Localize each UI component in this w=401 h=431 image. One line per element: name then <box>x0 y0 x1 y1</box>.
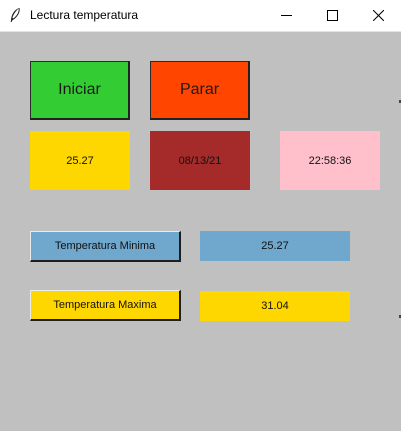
time-display: 22:58:36 <box>280 131 380 190</box>
close-icon <box>372 10 384 21</box>
maximize-icon <box>326 10 338 21</box>
feather-icon <box>8 7 22 23</box>
close-button[interactable] <box>355 0 401 31</box>
title-bar: Lectura temperatura <box>0 0 401 32</box>
min-temperature-display: 25.27 <box>200 231 350 261</box>
temperatura-minima-button[interactable]: Temperatura Minima <box>30 231 181 262</box>
iniciar-button[interactable]: Iniciar <box>30 61 130 120</box>
maximize-button[interactable] <box>309 0 355 31</box>
parar-button[interactable]: Parar <box>150 61 250 120</box>
max-temperature-display: 31.04 <box>200 291 350 321</box>
minimize-icon <box>280 10 292 21</box>
date-display: 08/13/21 <box>150 131 250 190</box>
minimize-button[interactable] <box>263 0 309 31</box>
temperatura-maxima-button[interactable]: Temperatura Maxima <box>30 290 181 321</box>
window-title: Lectura temperatura <box>30 8 139 22</box>
current-temperature-display: 25.27 <box>30 131 130 190</box>
